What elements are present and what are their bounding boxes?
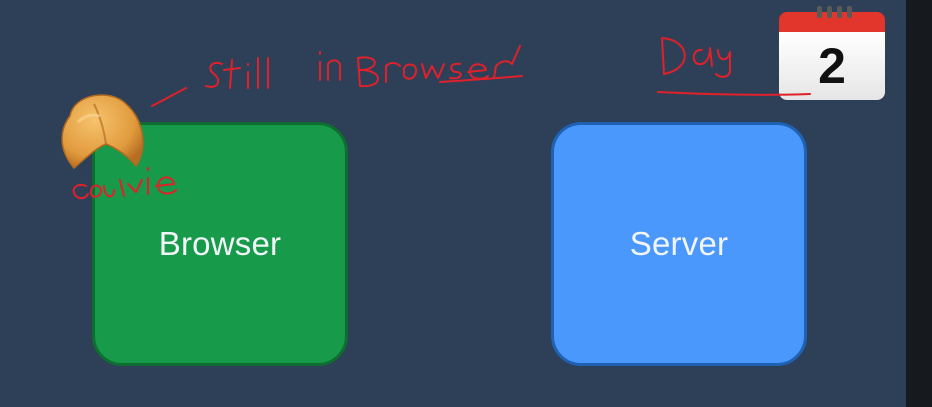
calendar-body: 2 — [779, 32, 885, 100]
server-node: Server — [551, 122, 807, 366]
diagram-canvas: Browser Server 2 — [0, 0, 932, 407]
annotation-arrow — [151, 87, 187, 107]
server-label: Server — [629, 225, 729, 262]
annotation-day: Day — [0, 0, 1, 1]
annotation-still-in-browser: Still in Browser — [0, 0, 1, 1]
annotation-still-in-browser-ink — [205, 45, 523, 89]
fortune-cookie-icon — [61, 94, 144, 170]
browser-label: Browser — [158, 225, 282, 262]
calendar-icon: 2 — [779, 6, 885, 100]
side-panel-edge — [906, 0, 932, 407]
calendar-day-number: 2 — [818, 38, 846, 94]
annotation-cookie: cookie — [0, 0, 1, 1]
calendar-rings — [817, 6, 852, 18]
